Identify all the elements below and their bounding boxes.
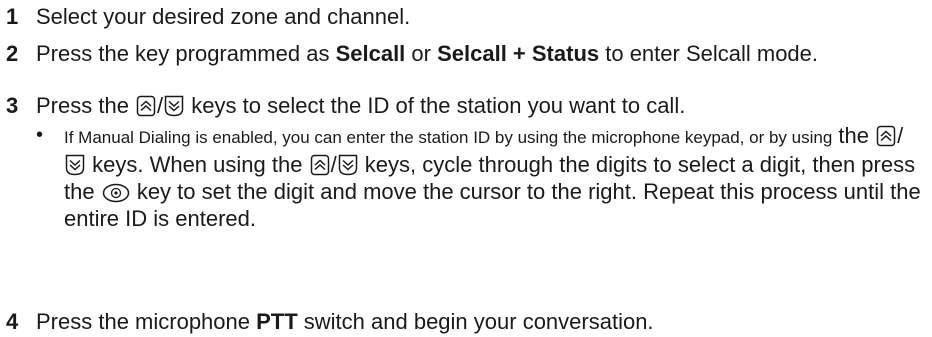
step-4: 4 Press the microphone PTT switch and be…	[6, 308, 924, 335]
down-key-icon	[338, 154, 358, 176]
step-text-part: or	[405, 41, 438, 66]
note-text-part: keys. When using the	[86, 152, 309, 177]
step-text: Press the / keys to select the ID of the…	[36, 92, 924, 119]
key-name-selcall-status: Selcall + Status	[437, 41, 600, 66]
step-text: Press the key programmed as Selcall or S…	[36, 40, 924, 67]
step-3-note: • If Manual Dialing is enabled, you can …	[36, 122, 924, 232]
key-separator: /	[157, 93, 164, 118]
up-key-icon	[310, 154, 330, 176]
note-text-part: the	[832, 123, 876, 148]
down-key-icon	[164, 95, 184, 117]
key-separator: /	[330, 152, 337, 177]
step-number: 2	[6, 41, 19, 66]
up-key-icon	[876, 125, 896, 147]
step-text-part: keys to select the ID of the station you…	[185, 93, 686, 118]
step-text-part: switch and begin your conversation.	[297, 309, 654, 334]
bullet-dot: •	[36, 124, 44, 146]
down-key-icon	[65, 154, 85, 176]
step-2: 2 Press the key programmed as Selcall or…	[6, 40, 924, 67]
step-text-part: Press the key programmed as	[36, 41, 336, 66]
key-separator: /	[897, 123, 904, 148]
menu-select-key-icon	[102, 183, 130, 203]
note-text-part: If Manual Dialing is enabled, you can en…	[64, 128, 833, 147]
key-name-selcall: Selcall	[335, 41, 406, 66]
step-number: 3	[6, 93, 19, 118]
step-text-part: Press the microphone	[36, 309, 257, 334]
instructions-page: 1 Select your desired zone and channel. …	[0, 0, 932, 337]
step-number: 4	[6, 309, 19, 334]
note-text-part: key to set the digit and move the cursor…	[64, 179, 921, 231]
step-text: Select your desired zone and channel.	[36, 4, 411, 29]
up-key-icon	[136, 95, 156, 117]
note-text: If Manual Dialing is enabled, you can en…	[64, 122, 924, 232]
key-name-ptt: PTT	[256, 309, 298, 334]
step-text-part: Press the	[36, 93, 136, 118]
step-1: 1 Select your desired zone and channel.	[6, 3, 924, 30]
step-number: 1	[6, 4, 19, 29]
step-text: Press the microphone PTT switch and begi…	[36, 308, 924, 335]
step-3: 3 Press the / keys to select the ID of t…	[6, 92, 924, 119]
step-text-part: to enter Selcall mode.	[599, 41, 819, 66]
